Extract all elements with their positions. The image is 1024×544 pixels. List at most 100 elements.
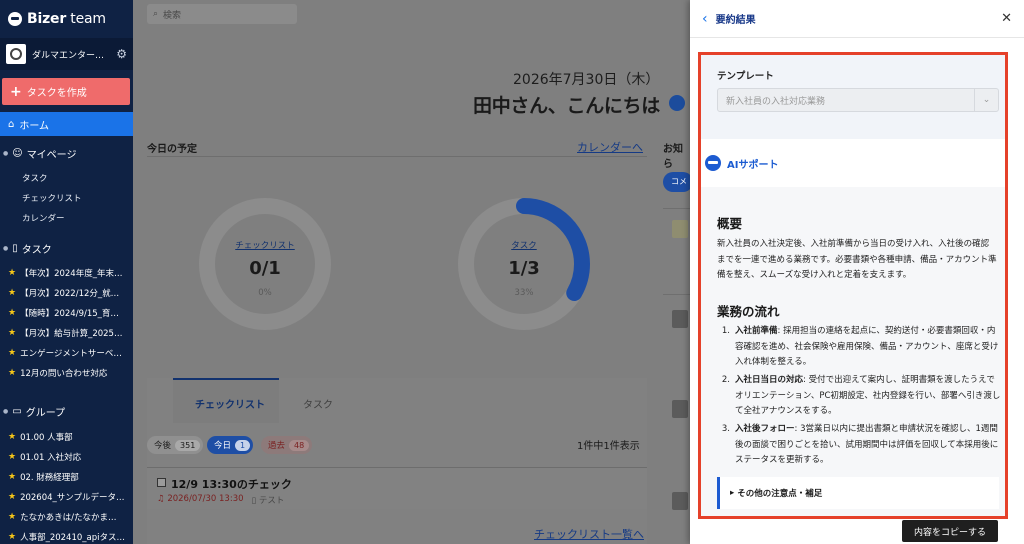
ai-mascot-icon [705, 155, 721, 171]
sidebar-group-item[interactable]: ★ 人事部_202410_apiタス… [8, 531, 132, 543]
notes-accordion[interactable]: ▸ その他の注意点・補足 [717, 477, 999, 509]
active-tab-indicator [173, 378, 279, 380]
filter-chip-today[interactable]: 今日 1 [207, 436, 254, 454]
document-icon: ▯ [12, 242, 18, 254]
avatar [672, 492, 688, 510]
checklist-list-link[interactable]: チェックリスト一覧へ [534, 526, 644, 542]
star-icon: ★ [8, 472, 17, 482]
star-icon: ★ [8, 348, 17, 358]
star-icon: ★ [8, 268, 17, 278]
divider [147, 156, 647, 157]
filter-chip-upcoming[interactable]: 今後 351 [147, 436, 204, 454]
sidebar-group-item[interactable]: ★ 202604_サンプルデータ… [8, 491, 132, 503]
org-name: ダルマエンター… [32, 50, 105, 61]
ai-support-label: AIサポート [727, 159, 779, 171]
chevron-left-icon[interactable]: ‹ [702, 11, 708, 27]
sidebar-task-item[interactable]: ★ 【随時】2024/9/15_育… [8, 307, 132, 319]
current-date: 2026年7月30日（木） [513, 72, 660, 88]
bizer-mascot-icon [669, 95, 685, 111]
star-icon: ★ [8, 532, 17, 542]
checklist-panel: チェックリスト タスク [147, 378, 647, 544]
task-progress: タスク 1/3 33% [456, 196, 592, 332]
sidebar-task-item[interactable]: ★ 【月次】給与計算_2025… [8, 327, 132, 339]
flow-heading: 業務の流れ [717, 304, 780, 319]
sidebar-item-mypage-calendar[interactable]: カレンダー [22, 212, 65, 224]
overview-text: 新入社員の入社決定後、入社前準備から当日の受け入れ、入社後の確認までを一連で進め… [717, 239, 997, 280]
bell-icon: ♫ [157, 494, 165, 504]
task-donut-value: 1/3 [508, 258, 540, 279]
smile-icon: ☺ [12, 147, 23, 159]
checklist-progress: チェックリスト 0/1 0% [197, 196, 333, 332]
tab-checklist[interactable]: チェックリスト [195, 396, 265, 415]
star-icon: ★ [8, 452, 17, 462]
ai-support-header: AIサポート [701, 139, 1005, 187]
today-schedule-title: 今日の予定 [147, 144, 197, 155]
notes-label: その他の注意点・補足 [737, 489, 823, 499]
close-icon[interactable]: ✕ [1001, 11, 1012, 26]
home-icon: ⌂ [8, 118, 15, 130]
main-content: ⌕ 検索 2026年7月30日（木） 田中さん、こんにちは 今日の予定 カレンダ… [133, 0, 690, 544]
sidebar-section-groups[interactable]: ● ▭ グループ [0, 401, 133, 421]
checklist-donut-percent: 0% [258, 288, 272, 298]
search-placeholder: 検索 [163, 10, 182, 21]
sidebar-task-item[interactable]: ★ 【年次】2024年度_年末… [8, 267, 132, 279]
org-avatar [6, 44, 26, 64]
task-meta: ♫ 2026/07/30 13:30 ▯ テスト [157, 494, 284, 506]
sidebar-section-label: タスク [21, 244, 52, 256]
task-checkbox[interactable] [157, 478, 166, 487]
sidebar-section-tasks[interactable]: ● ▯ タスク [0, 238, 133, 258]
brand[interactable]: Bizer team [0, 0, 133, 38]
task-donut-percent: 33% [514, 288, 534, 298]
avatar [672, 310, 688, 328]
sidebar-item-mypage-tasks[interactable]: タスク [22, 172, 48, 184]
search-icon: ⌕ [153, 9, 159, 19]
filter-chip-past[interactable]: 過去 48 [261, 436, 313, 454]
greeting: 田中さん、こんにちは [473, 95, 661, 117]
checklist-donut-value: 0/1 [249, 258, 281, 279]
sidebar-item-home[interactable]: ⌂ ホーム [0, 112, 133, 136]
notice-column: コメ [663, 172, 690, 544]
calendar-link[interactable]: カレンダーへ [577, 139, 643, 155]
task-datetime: 2026/07/30 13:30 [167, 494, 244, 504]
drawer-title: 要約結果 [715, 15, 756, 26]
create-task-label: タスクを作成 [26, 88, 87, 99]
create-task-button[interactable]: + タスクを作成 [2, 78, 130, 105]
drawer-header: ‹ 要約結果 ✕ [690, 0, 1024, 38]
gear-icon[interactable]: ⚙ [116, 47, 127, 61]
sidebar-group-item[interactable]: ★ たなかあきは/たなかま… [8, 511, 132, 523]
star-icon: ★ [8, 492, 17, 502]
tab-task[interactable]: タスク [303, 396, 333, 415]
star-icon: ★ [8, 432, 17, 442]
sidebar-item-mypage-checklist[interactable]: チェックリスト [22, 192, 82, 204]
bullet-icon: ● [3, 149, 9, 157]
star-icon: ★ [8, 328, 17, 338]
summary-content: テンプレート 新入社員の入社対応業務 ⌄ AIサポート 概要 新入社員の入社決定… [698, 52, 1008, 519]
search-input[interactable]: ⌕ 検索 [147, 4, 297, 24]
sidebar-section-label: グループ [25, 407, 66, 419]
sidebar-section-label: マイページ [26, 149, 77, 161]
sidebar-section-mypage[interactable]: ● ☺ マイページ [0, 143, 133, 163]
template-value: 新入社員の入社対応業務 [726, 96, 826, 107]
star-icon: ★ [8, 288, 17, 298]
flow-step: 3. 入社後フォロー: 3営業日以内に提出書類と申請状況を確認し、1週間後の面談… [721, 424, 999, 465]
sidebar-group-item[interactable]: ★ 01.01 入社対応 [8, 451, 132, 463]
template-select[interactable]: 新入社員の入社対応業務 ⌄ [717, 88, 999, 112]
list-item[interactable]: 12/9 13:30のチェック ♫ 2026/07/30 13:30 ▯ テスト [147, 467, 647, 509]
bullet-icon: ● [3, 244, 9, 252]
flow-step: 2. 入社日当日の対応: 受付で出迎えて案内し、証明書類を渡したうえでオリエンテ… [721, 375, 1001, 416]
flow-step: 1. 入社前準備: 採用担当の連絡を起点に、契約送付・必要書類回収・内容確認を進… [721, 326, 999, 367]
bullet-icon: ● [3, 407, 9, 415]
notice-title: お知ら [663, 144, 683, 170]
avatar [672, 220, 688, 238]
sidebar-group-item[interactable]: ★ 02. 財務経理部 [8, 471, 132, 483]
sidebar-group-item[interactable]: ★ 01.00 人事部 [8, 431, 132, 443]
sidebar-task-item[interactable]: ★ 【月次】2022/12分_就… [8, 287, 132, 299]
org-switcher[interactable]: ダルマエンター… ⚙ [0, 38, 133, 70]
document-icon: ▯ [251, 496, 257, 506]
checklist-donut-label[interactable]: チェックリスト [197, 239, 333, 251]
notice-filter-pill[interactable]: コメ [663, 172, 690, 192]
task-donut-label[interactable]: タスク [456, 239, 592, 251]
copy-content-button[interactable]: 内容をコピーする [902, 520, 998, 542]
sidebar-task-item[interactable]: ★ エンゲージメントサーベ… [8, 347, 132, 359]
sidebar-task-item[interactable]: ★ 12月の問い合わせ対応 [8, 367, 132, 379]
